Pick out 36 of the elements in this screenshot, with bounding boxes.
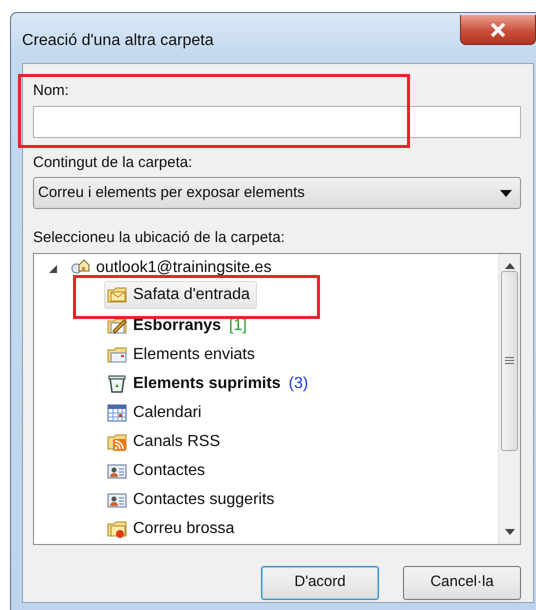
tree-item[interactable]: Safata d'entrada bbox=[104, 281, 257, 309]
tree-item[interactable]: Elements suprimits (3) bbox=[104, 370, 316, 398]
item-count: [1] bbox=[229, 316, 247, 336]
envelope-folder-icon bbox=[107, 285, 127, 305]
tree-item[interactable]: Elements enviats bbox=[104, 341, 262, 369]
rss-feed-icon bbox=[107, 432, 127, 452]
close-button[interactable] bbox=[460, 15, 536, 45]
field-label: Seleccioneu la ubicació de la carpeta: bbox=[33, 228, 286, 248]
tree-item[interactable]: Canals RSS bbox=[104, 428, 228, 456]
dialog-button[interactable]: Cancel·la bbox=[403, 566, 521, 600]
tree-item[interactable]: Contactes bbox=[104, 457, 212, 485]
tree-item[interactable]: Contactes suggerits bbox=[104, 486, 282, 514]
scrollbar[interactable] bbox=[498, 254, 520, 544]
scroll-down-icon[interactable] bbox=[504, 528, 514, 534]
folder-icon bbox=[107, 519, 127, 539]
tree-item[interactable]: Esborranys [1] bbox=[104, 312, 254, 340]
field-label: Contingut de la carpeta: bbox=[33, 152, 194, 172]
window-title: Creació d'una altra carpeta bbox=[22, 31, 214, 51]
trash-can-icon bbox=[107, 374, 127, 394]
tree-item[interactable]: outlook1@trainingsite.es bbox=[67, 254, 278, 282]
item-count: (3) bbox=[288, 374, 308, 394]
grip-icon bbox=[505, 357, 514, 364]
close-icon bbox=[489, 22, 507, 36]
dropdown-arrow-icon bbox=[500, 190, 512, 196]
dialog-button[interactable]: D'acord bbox=[261, 566, 379, 600]
calendar-icon bbox=[107, 403, 127, 423]
field-label: Nom: bbox=[33, 81, 70, 101]
pencil-folder-icon bbox=[107, 316, 127, 336]
tree-item[interactable]: Correu brossa bbox=[104, 515, 242, 543]
letter-folder-icon bbox=[107, 345, 127, 365]
scroll-up-icon[interactable] bbox=[504, 262, 514, 268]
folder-content-dropdown[interactable]: Correu i elements per exposar elements bbox=[33, 177, 521, 209]
name-field[interactable] bbox=[33, 106, 521, 138]
scroll-thumb[interactable] bbox=[501, 270, 518, 450]
tree-item[interactable]: Calendari bbox=[104, 399, 208, 427]
expander-icon[interactable] bbox=[48, 264, 57, 272]
